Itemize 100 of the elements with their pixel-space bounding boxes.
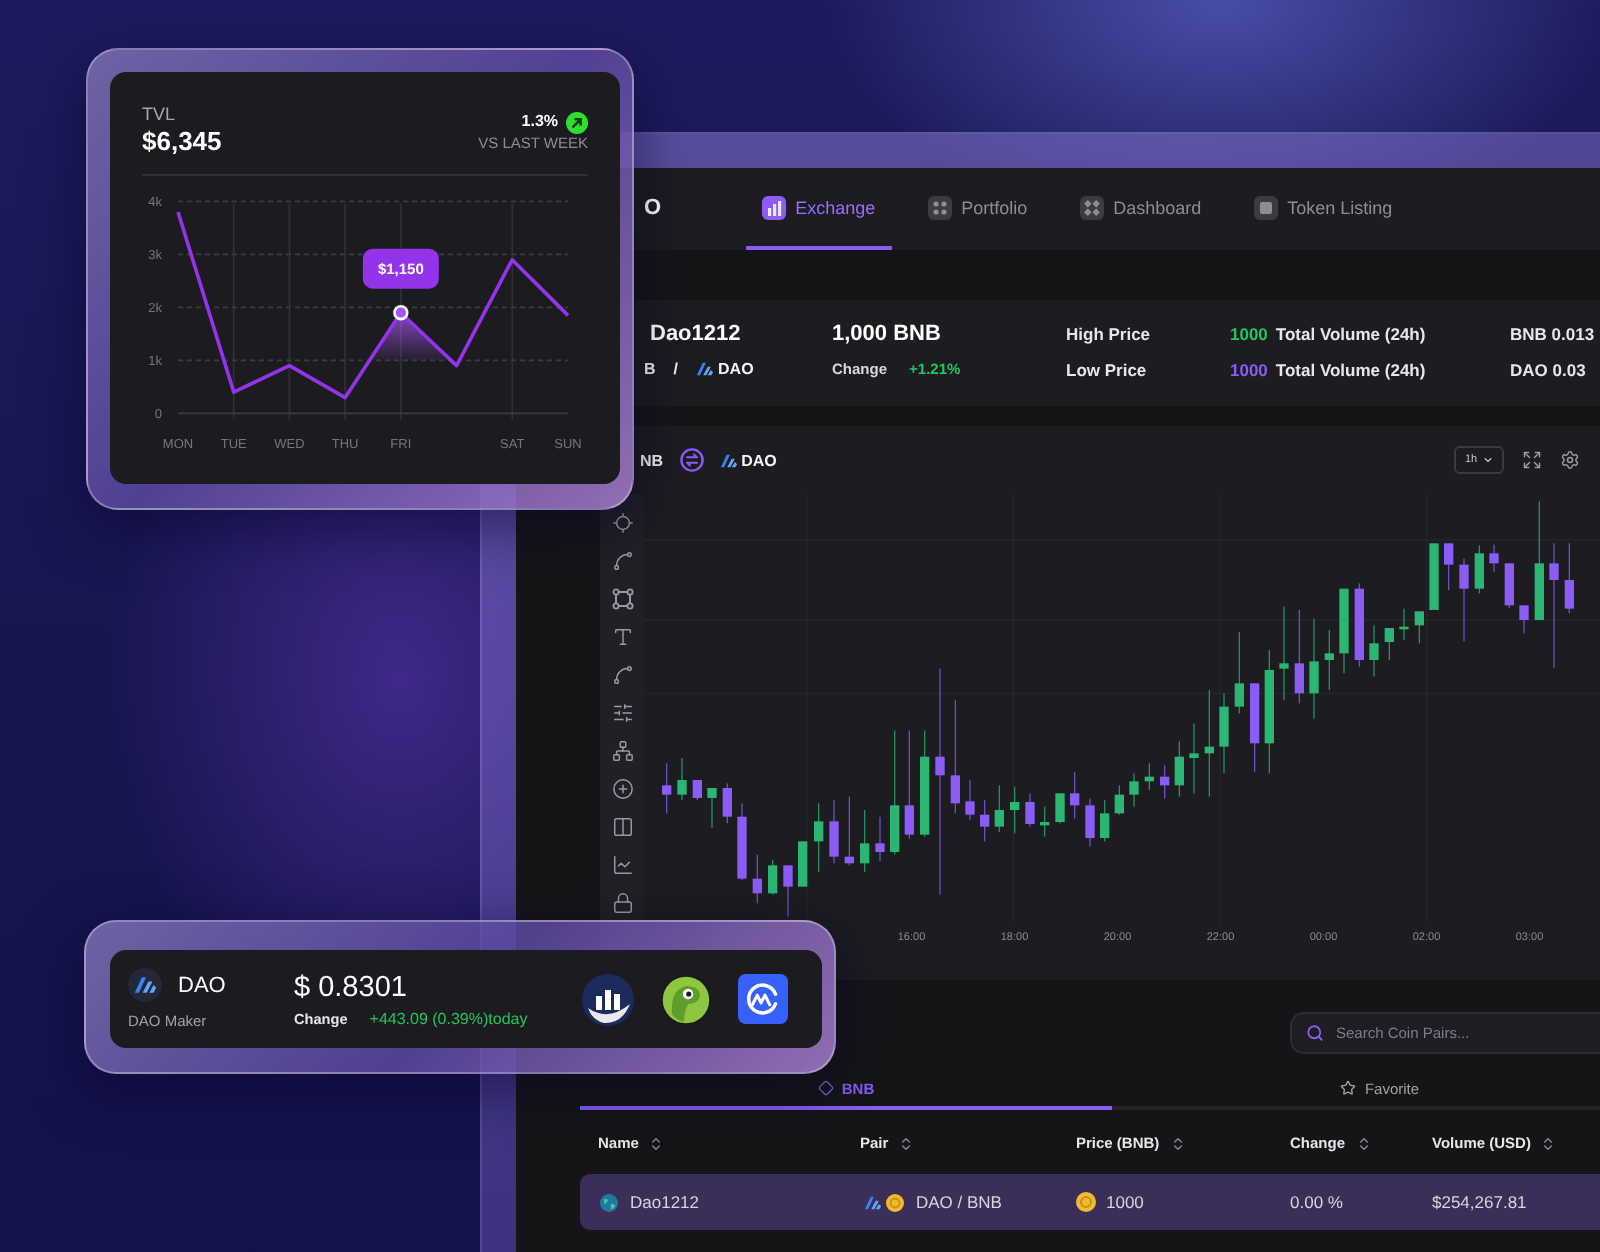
candlestick	[1429, 543, 1439, 610]
plus-circle-icon[interactable]	[611, 778, 633, 800]
candlestick	[1219, 693, 1229, 774]
candlestick	[1204, 690, 1214, 797]
candlestick	[904, 730, 914, 839]
bar-chart-logo-icon	[582, 973, 634, 1025]
candlestick	[1444, 543, 1454, 590]
table-cell: Dao1212	[630, 1191, 700, 1213]
quote-symbol: DAO	[741, 449, 777, 471]
volume-label: Total Volume (24h)	[1275, 322, 1426, 346]
candlestick	[1025, 793, 1035, 827]
four-diamonds-icon	[1079, 195, 1104, 219]
candlestick	[798, 841, 808, 887]
candlestick	[1489, 544, 1499, 572]
candlestick	[1100, 800, 1110, 842]
token-logo-icon	[864, 1193, 882, 1211]
lizard-icon	[660, 973, 712, 1025]
sort-icon[interactable]	[648, 1136, 665, 1152]
swap-icon[interactable]	[679, 448, 704, 472]
candlestick	[768, 860, 778, 895]
low-price-label: Low Price	[1066, 357, 1147, 381]
quote-symbol: DAO	[718, 358, 754, 380]
nav-tab[interactable]: Dashboard	[1063, 168, 1218, 250]
token-logo-icon	[696, 360, 715, 378]
network-icon[interactable]	[611, 740, 633, 762]
candlestick	[1414, 611, 1424, 644]
pair-separator: /	[673, 358, 679, 380]
line-tool-icon[interactable]	[611, 550, 633, 572]
candlestick	[1279, 606, 1289, 700]
line-tool-icon[interactable]	[611, 664, 633, 686]
candlestick	[1459, 558, 1469, 642]
candlestick	[1564, 543, 1574, 614]
columns-icon[interactable]	[611, 816, 633, 838]
token-logo-icon	[719, 451, 738, 469]
line-chart-icon[interactable]	[611, 854, 633, 876]
volume-amount: 1000	[1230, 357, 1268, 381]
candlestick	[783, 865, 793, 917]
candlestick	[1055, 793, 1065, 824]
candlestick	[1339, 588, 1349, 674]
sort-icon[interactable]	[1169, 1136, 1186, 1152]
candlestick	[920, 730, 930, 837]
candlestick	[692, 780, 702, 800]
logo-text: O	[644, 196, 662, 222]
candlestick	[994, 785, 1004, 832]
text-tool-icon[interactable]	[611, 626, 633, 648]
candlestick	[1114, 785, 1124, 815]
sliders-icon[interactable]	[611, 702, 633, 724]
chevron-down-icon	[1481, 454, 1494, 466]
base-symbol: NB	[640, 449, 664, 471]
point-marker-icon	[393, 305, 409, 321]
candlestick	[1324, 630, 1334, 690]
table-cell: DAO / BNB	[916, 1191, 1002, 1213]
candlestick	[950, 700, 960, 814]
candlestick	[1250, 683, 1260, 772]
settings-icon[interactable]	[1560, 450, 1580, 470]
search-icon	[1306, 1024, 1324, 1042]
candlestick	[965, 780, 975, 820]
token-symbol: DAO	[178, 971, 226, 1001]
fullscreen-icon[interactable]	[1522, 450, 1542, 470]
candlestick	[1519, 605, 1529, 634]
table-cell: $254,267.81	[1432, 1191, 1527, 1213]
nav-tab[interactable]: Exchange	[745, 168, 892, 250]
square-icon	[1253, 195, 1278, 219]
crosshair-icon[interactable]	[611, 512, 633, 534]
balance-text: DAO 0.03	[1510, 357, 1586, 381]
globe-icon	[600, 1193, 618, 1211]
candlestick	[1354, 583, 1364, 667]
token-price: $ 0.8301	[294, 969, 409, 1005]
candlestick	[737, 803, 747, 880]
lock-icon[interactable]	[611, 892, 633, 914]
star-icon	[1340, 1080, 1357, 1096]
candlestick	[844, 796, 854, 866]
candlestick	[1384, 628, 1394, 660]
change-percent: 1.3%	[521, 110, 558, 134]
up-arrow-icon	[566, 111, 588, 133]
balance-text: BNB 0.013	[1510, 322, 1595, 346]
bar-chart-icon	[761, 195, 786, 219]
candlestick	[1549, 543, 1559, 668]
high-price-label: High Price	[1066, 322, 1151, 346]
candlestick	[890, 730, 900, 855]
candlestick	[1504, 563, 1514, 608]
sort-icon[interactable]	[1355, 1136, 1372, 1152]
candlestick	[1369, 625, 1379, 677]
wave-logo-icon	[738, 974, 788, 1024]
volume-label: Total Volume (24h)	[1275, 357, 1426, 381]
rectangle-tool-icon[interactable]	[611, 588, 633, 610]
sort-icon[interactable]	[1540, 1136, 1557, 1152]
nav-tab[interactable]: Token Listing	[1237, 168, 1409, 250]
price-value: 1,000 BNB	[832, 320, 941, 348]
table-cell: 1000	[1106, 1191, 1144, 1213]
table-cell: 0.00 %	[1290, 1191, 1343, 1213]
nav-tab[interactable]: Portfolio	[911, 168, 1044, 250]
table-row[interactable]: Dao1212 DAO / BNB 1000 0.00 % $254,267.81	[580, 1174, 1600, 1230]
card-title: TVL	[142, 102, 178, 126]
candlestick	[1534, 501, 1544, 620]
change-value: +443.09 (0.39%)today	[369, 1009, 528, 1029]
sort-icon[interactable]	[898, 1136, 915, 1152]
candlestick	[707, 788, 717, 828]
base-symbol: B	[644, 358, 656, 380]
dots-grid-icon	[927, 195, 952, 219]
